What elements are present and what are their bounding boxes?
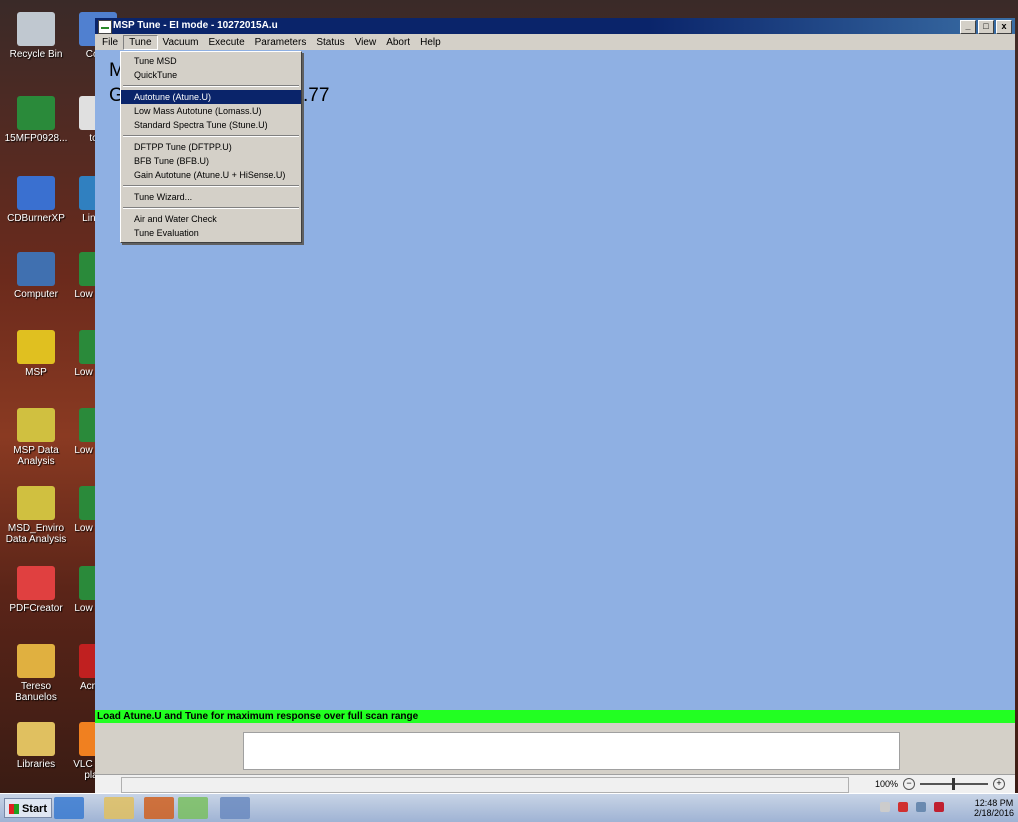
tune-menu-item[interactable]: QuickTune (121, 68, 301, 82)
client-text-line-2-suffix: .77 (303, 85, 330, 106)
tune-menu-item[interactable]: Gain Autotune (Atune.U + HiSense.U) (121, 168, 301, 182)
close-button[interactable]: x (996, 20, 1012, 34)
network-warning-icon[interactable] (898, 802, 908, 812)
menu-separator (123, 135, 299, 137)
menu-execute[interactable]: Execute (204, 36, 250, 49)
zoom-out-button[interactable]: − (903, 778, 915, 790)
tune-menu-item[interactable]: Tune Wizard... (121, 190, 301, 204)
zoom-slider-thumb[interactable] (952, 778, 955, 790)
clock[interactable]: 12:48 PM 2/18/2016 (974, 798, 1014, 818)
tune-menu-item[interactable]: Autotune (Atune.U) (121, 90, 301, 104)
tune-menu-item[interactable]: Tune MSD (121, 54, 301, 68)
volume-icon[interactable] (880, 802, 890, 812)
security-shield-icon[interactable] (934, 802, 944, 812)
start-label: Start (21, 803, 47, 815)
clock-time: 12:48 PM (974, 798, 1014, 808)
menu-parameters[interactable]: Parameters (250, 36, 312, 49)
zoom-slider[interactable] (920, 778, 988, 790)
title-bar[interactable]: MSP Tune - EI mode - 10272015A.u _ □ x (95, 18, 1015, 34)
recycle-bin-icon (17, 12, 55, 46)
zoom-control: 100% − + (875, 778, 1005, 790)
zoom-in-button[interactable]: + (993, 778, 1005, 790)
tune-menu-item[interactable]: Air and Water Check (121, 212, 301, 226)
status-bar: 100% − + (95, 774, 1015, 794)
status-message: Load Atune.U and Tune for maximum respon… (95, 710, 1015, 723)
outlook-icon[interactable] (144, 797, 174, 819)
menu-vacuum[interactable]: Vacuum (158, 36, 204, 49)
menu-file[interactable]: File (97, 36, 123, 49)
lower-panel (95, 724, 1015, 774)
spreadsheet-icon (17, 96, 55, 130)
tune-menu-dropdown: Tune MSD QuickTune Autotune (Atune.U) Low M… (120, 51, 302, 243)
output-box[interactable] (243, 732, 900, 770)
window-title: MSP Tune - EI mode - 10272015A.u (113, 20, 278, 31)
tune-menu-item[interactable]: Standard Spectra Tune (Stune.U) (121, 118, 301, 132)
maximize-button[interactable]: □ (978, 20, 994, 34)
data-analysis-icon (17, 486, 55, 520)
tune-menu-item[interactable]: Low Mass Autotune (Lomass.U) (121, 104, 301, 118)
windows-flag-icon (9, 804, 19, 814)
menu-separator (123, 85, 299, 87)
menu-view[interactable]: View (350, 36, 382, 49)
menu-abort[interactable]: Abort (381, 36, 415, 49)
msp-tune-icon[interactable] (178, 797, 208, 819)
user-folder-icon (17, 644, 55, 678)
menu-tune[interactable]: Tune (123, 34, 158, 50)
minimize-button[interactable]: _ (960, 20, 976, 34)
menu-separator (123, 185, 299, 187)
data-analysis-icon (17, 408, 55, 442)
document-viewer-icon[interactable] (220, 797, 250, 819)
msp-instrument-icon (17, 330, 55, 364)
system-tray: 12:48 PM 2/18/2016 (868, 796, 1018, 820)
app-icon[interactable] (98, 20, 112, 34)
cd-burner-icon (17, 176, 55, 210)
taskbar: Start 12:48 PM 2/18/2016 (0, 793, 1018, 822)
tune-menu-item[interactable]: Tune Evaluation (121, 226, 301, 240)
start-button[interactable]: Start (4, 798, 52, 818)
tune-menu-item[interactable]: BFB Tune (BFB.U) (121, 154, 301, 168)
pdf-icon (17, 566, 55, 600)
computer-icon (17, 252, 55, 286)
network-icon[interactable] (916, 802, 926, 812)
status-bar-pane (121, 777, 849, 793)
libraries-icon (17, 722, 55, 756)
zoom-level: 100% (874, 779, 898, 789)
menu-separator (123, 207, 299, 209)
menu-help[interactable]: Help (415, 36, 446, 49)
ie-icon[interactable] (54, 797, 84, 819)
tune-menu-item[interactable]: DFTPP Tune (DFTPP.U) (121, 140, 301, 154)
menu-bar: File Tune Vacuum Execute Parameters Status Vie… (95, 34, 1015, 50)
explorer-icon[interactable] (104, 797, 134, 819)
clock-date: 2/18/2016 (973, 808, 1014, 818)
menu-status[interactable]: Status (311, 36, 349, 49)
